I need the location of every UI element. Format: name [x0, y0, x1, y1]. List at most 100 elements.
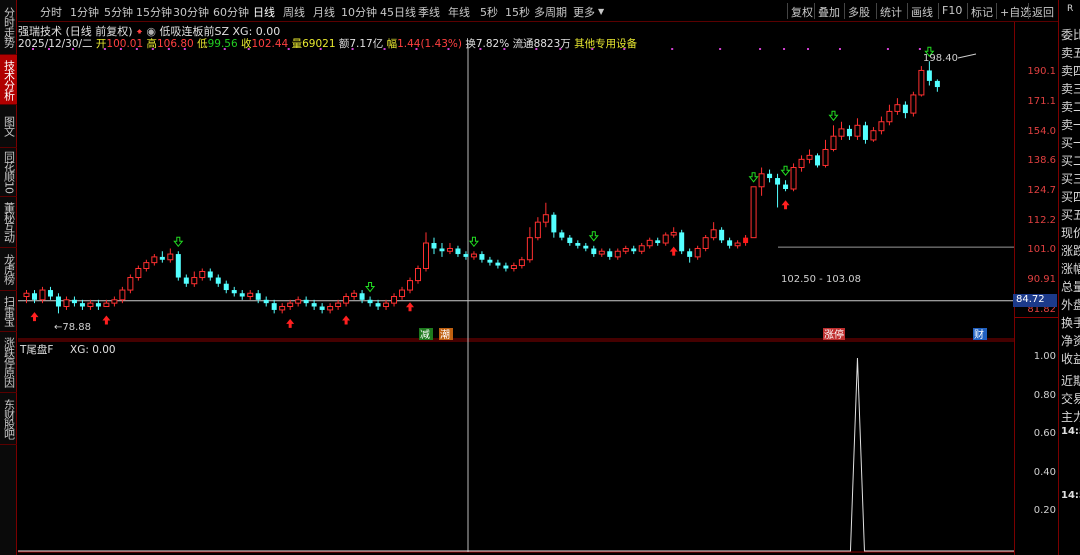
candle-body: [727, 240, 733, 246]
buy-arrow-icon: [781, 200, 790, 210]
signal-dot-marker: [759, 48, 762, 50]
candle-body: [702, 237, 709, 249]
period-tab-0[interactable]: 分时: [40, 4, 62, 20]
left-tab-1[interactable]: 技术分析: [0, 55, 17, 105]
candle: [439, 243, 445, 257]
candle-body: [591, 248, 597, 255]
candle-body: [534, 221, 541, 239]
period-tab-9[interactable]: 10分钟: [341, 4, 377, 20]
candle: [775, 173, 781, 208]
left-tab-8[interactable]: 东财股吧: [0, 393, 17, 445]
period-tab-2[interactable]: 5分钟: [104, 4, 133, 20]
more-caret-icon[interactable]: ▼: [598, 7, 604, 16]
candle: [910, 91, 917, 117]
period-tab-14[interactable]: 15秒: [505, 4, 530, 20]
sell-arrow-icon: [468, 236, 479, 248]
price-tick-label: 90.91: [1027, 273, 1056, 285]
candle: [694, 245, 701, 260]
toolbar-button-8[interactable]: 返回: [1032, 4, 1054, 20]
left-tab-0[interactable]: 分时走势: [0, 0, 17, 55]
period-tab-6[interactable]: 日线: [253, 4, 275, 20]
period-tab-4[interactable]: 30分钟: [173, 4, 209, 20]
quote-field-16: 换手: [1061, 316, 1080, 330]
left-tab-3[interactable]: 同花顺10: [0, 148, 17, 197]
period-tab-5[interactable]: 60分钟: [213, 4, 249, 20]
toolbar-separator: [814, 3, 815, 19]
candle: [894, 98, 901, 115]
candle-body: [518, 259, 525, 267]
toolbar-button-7[interactable]: +自选: [1000, 4, 1031, 20]
candle-body: [207, 271, 213, 278]
period-tab-13[interactable]: 5秒: [480, 4, 498, 20]
buy-arrow-icon: [102, 315, 111, 325]
quote-field-14: 总量: [1061, 280, 1080, 294]
candle: [375, 299, 381, 310]
period-tab-10[interactable]: 45日线: [380, 4, 416, 20]
period-tab-7[interactable]: 周线: [283, 4, 305, 20]
left-tab-2[interactable]: 图文: [0, 105, 17, 148]
toolbar-button-6[interactable]: 标记: [971, 4, 993, 20]
toolbar-button-5[interactable]: F10: [942, 4, 962, 17]
candle: [383, 299, 390, 310]
candle-body: [614, 250, 621, 258]
candle: [862, 121, 868, 144]
candle-body: [143, 262, 150, 269]
toolbar-button-0[interactable]: 复权: [791, 4, 813, 20]
candle-body: [510, 265, 517, 269]
candle-body: [95, 303, 101, 307]
candle: [518, 256, 525, 269]
signal-dot-marker: [151, 48, 154, 50]
candle: [335, 299, 342, 310]
period-tab-3[interactable]: 15分钟: [136, 4, 172, 20]
period-tab-12[interactable]: 年线: [448, 4, 470, 20]
buy-arrow-icon: [286, 318, 295, 328]
quote-field-5: 卖一: [1061, 118, 1080, 132]
candle-body: [479, 254, 485, 260]
candle-body: [391, 296, 398, 304]
period-tab-16[interactable]: 更多: [573, 4, 595, 20]
panel-toggle-icon[interactable]: R: [1067, 4, 1073, 14]
period-tab-11[interactable]: 季线: [418, 4, 440, 20]
candle: [135, 265, 142, 281]
range-label: 102.50 - 103.08: [781, 274, 861, 285]
quote-field-7: 买二: [1061, 154, 1080, 168]
candle-body: [439, 248, 445, 252]
toolbar-separator: [967, 3, 968, 19]
period-tab-1[interactable]: 1分钟: [70, 4, 99, 20]
candle-body: [399, 289, 406, 298]
period-tab-15[interactable]: 多周期: [534, 4, 567, 20]
candle-body: [175, 254, 181, 278]
candle: [790, 163, 797, 192]
toolbar-separator: [844, 3, 845, 19]
toolbar-button-1[interactable]: 叠加: [818, 4, 840, 20]
quote-detail-panel: 委比卖五卖四卖三卖二卖一买一买二买三买四买五现价涨跌涨幅总量外盘换手净资收益近期…: [1058, 0, 1080, 555]
kline-chart[interactable]: 198.40 ←78.88 102.50 - 103.08 减潮 涨停 财 T尾盘F XG: …: [18, 22, 1014, 555]
signal-dot-marker: [383, 48, 386, 50]
quote-field-17: 净资: [1061, 334, 1080, 348]
left-tab-6[interactable]: 扫雷宝: [0, 291, 17, 332]
left-tab-4[interactable]: 董秘互动: [0, 197, 17, 248]
toolbar-button-3[interactable]: 统计: [880, 4, 902, 20]
candle-body: [854, 124, 861, 137]
quote-field-4: 卖二: [1061, 100, 1080, 114]
toolbar-button-2[interactable]: 多股: [848, 4, 870, 20]
candle: [111, 296, 118, 307]
period-tab-8[interactable]: 月线: [313, 4, 335, 20]
candle-body: [55, 296, 61, 307]
candle-body: [327, 306, 334, 311]
candle: [734, 240, 741, 249]
candle: [646, 237, 653, 249]
candle-body: [367, 299, 373, 304]
left-tab-5[interactable]: 龙虎榜: [0, 248, 17, 291]
tag-jian: 减: [420, 329, 430, 341]
candle: [247, 290, 254, 300]
left-tab-7[interactable]: 涨跌停原因: [0, 332, 17, 393]
candle: [870, 127, 877, 142]
toolbar-button-4[interactable]: 画线: [911, 4, 933, 20]
candle: [55, 293, 61, 314]
candle-body: [127, 277, 134, 291]
quote-field-3: 卖三: [1061, 82, 1080, 96]
candle: [207, 268, 213, 281]
signal-dot-marker: [807, 48, 810, 50]
signal-dot-marker: [31, 48, 34, 50]
